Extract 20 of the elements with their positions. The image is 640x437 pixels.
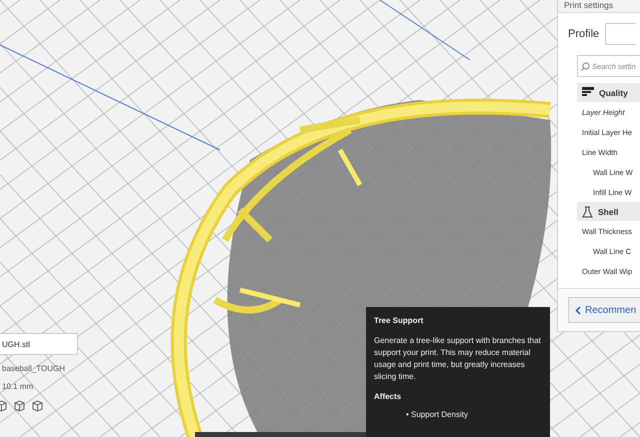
tooltip-description: Generate a tree-like support with branches that support your print. This may reduce material usage and print time, but greatly increases slicing time. xyxy=(374,335,542,383)
profile-label: Profile xyxy=(568,28,600,40)
cube-icon[interactable] xyxy=(14,400,25,412)
chevron-left-icon xyxy=(575,306,581,314)
dimension-text: 10.1 mm xyxy=(1,382,34,391)
category-header[interactable]: Shell xyxy=(577,202,640,221)
affects-heading: Affects xyxy=(374,391,402,403)
category-label: Shell xyxy=(598,206,618,216)
recommended-button[interactable]: Recommen xyxy=(568,297,640,323)
profile-name: baseball_TOUGH xyxy=(1,364,66,373)
panel-title: Print settings xyxy=(558,0,640,13)
flask-icon xyxy=(582,206,593,218)
tooltip-title: Tree Support xyxy=(374,315,424,327)
lines-icon xyxy=(582,87,594,98)
affected-setting: • Support Density xyxy=(405,409,469,421)
cube-icon[interactable] xyxy=(32,400,43,412)
file-name-field[interactable]: UGH.stl xyxy=(0,333,78,355)
category-header[interactable]: Quality xyxy=(577,83,640,102)
category-label: Quality xyxy=(599,88,628,98)
search-icon xyxy=(581,62,590,71)
